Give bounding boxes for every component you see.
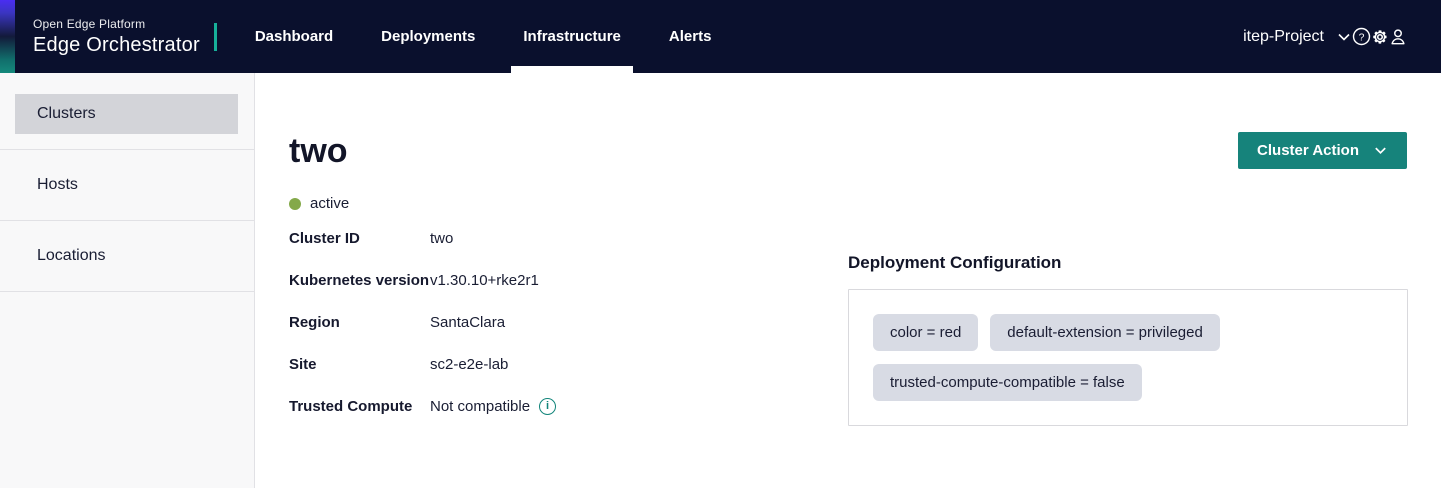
status-dot-icon xyxy=(289,198,301,210)
sidebar-item-hosts[interactable]: Hosts xyxy=(0,150,254,221)
sidebar-item-clusters[interactable]: Clusters xyxy=(0,79,254,150)
nav-label: Deployments xyxy=(381,28,475,45)
config-tag: trusted-compute-compatible = false xyxy=(873,364,1142,401)
field-value: sc2-e2e-lab xyxy=(430,354,508,375)
field-value: two xyxy=(430,228,453,249)
nav-label: Dashboard xyxy=(255,28,333,45)
field-row-cluster-id: Cluster ID two xyxy=(289,228,709,249)
field-value: SantaClara xyxy=(430,312,505,333)
cluster-action-button[interactable]: Cluster Action xyxy=(1238,132,1407,169)
nav-label: Alerts xyxy=(669,28,712,45)
field-label: Region xyxy=(289,312,430,333)
nav-item-alerts[interactable]: Alerts xyxy=(645,0,736,73)
cluster-action-label: Cluster Action xyxy=(1257,142,1359,159)
field-row-trusted-compute: Trusted Compute Not compatible i xyxy=(289,396,709,417)
nav-item-deployments[interactable]: Deployments xyxy=(357,0,499,73)
field-value: Not compatible i xyxy=(430,396,556,417)
cluster-details: Cluster ID two Kubernetes version v1.30.… xyxy=(289,228,709,417)
chevron-down-icon[interactable] xyxy=(1336,29,1352,45)
sidebar-item-label: Locations xyxy=(15,236,238,276)
field-row-site: Site sc2-e2e-lab xyxy=(289,354,709,375)
help-icon[interactable]: ? xyxy=(1352,27,1371,46)
header-right: itep-Project ? xyxy=(1243,0,1441,73)
top-header: Open Edge Platform Edge Orchestrator Das… xyxy=(0,0,1441,73)
deployment-configuration-panel: color = red default-extension = privileg… xyxy=(848,289,1408,426)
status-label: active xyxy=(310,195,349,212)
brand-line2: Edge Orchestrator xyxy=(33,34,200,57)
sidebar-item-label: Clusters xyxy=(15,94,238,134)
brand-logo[interactable]: Open Edge Platform Edge Orchestrator xyxy=(15,0,200,73)
config-tag: default-extension = privileged xyxy=(990,314,1220,351)
field-label: Trusted Compute xyxy=(289,396,430,417)
sidebar: Clusters Hosts Locations xyxy=(0,73,255,488)
field-label: Cluster ID xyxy=(289,228,430,249)
nav-label: Infrastructure xyxy=(523,28,621,45)
sidebar-item-locations[interactable]: Locations xyxy=(0,221,254,292)
field-row-kubernetes-version: Kubernetes version v1.30.10+rke2r1 xyxy=(289,270,709,291)
cluster-status: active xyxy=(289,195,1441,212)
main-nav: Dashboard Deployments Infrastructure Ale… xyxy=(231,0,736,73)
chevron-down-icon xyxy=(1373,143,1388,158)
svg-text:?: ? xyxy=(1359,32,1365,43)
deployment-configuration-title: Deployment Configuration xyxy=(848,253,1408,273)
field-value: v1.30.10+rke2r1 xyxy=(430,270,539,291)
field-label: Kubernetes version xyxy=(289,270,430,291)
config-tag: color = red xyxy=(873,314,978,351)
brand-gradient-strip xyxy=(0,0,15,73)
nav-item-infrastructure[interactable]: Infrastructure xyxy=(499,0,645,73)
field-value-text: Not compatible xyxy=(430,396,530,417)
main-content: two Cluster Action active Cluster ID two… xyxy=(256,73,1441,488)
gear-icon[interactable] xyxy=(1371,28,1389,46)
user-icon[interactable] xyxy=(1389,27,1407,46)
brand-line1: Open Edge Platform xyxy=(33,17,200,31)
deployment-configuration-section: Deployment Configuration color = red def… xyxy=(848,253,1408,426)
sidebar-item-label: Hosts xyxy=(15,165,238,205)
info-icon[interactable]: i xyxy=(539,398,556,415)
nav-item-dashboard[interactable]: Dashboard xyxy=(231,0,357,73)
field-label: Site xyxy=(289,354,430,375)
project-selector[interactable]: itep-Project xyxy=(1243,28,1324,46)
brand-divider xyxy=(214,23,217,51)
field-row-region: Region SantaClara xyxy=(289,312,709,333)
